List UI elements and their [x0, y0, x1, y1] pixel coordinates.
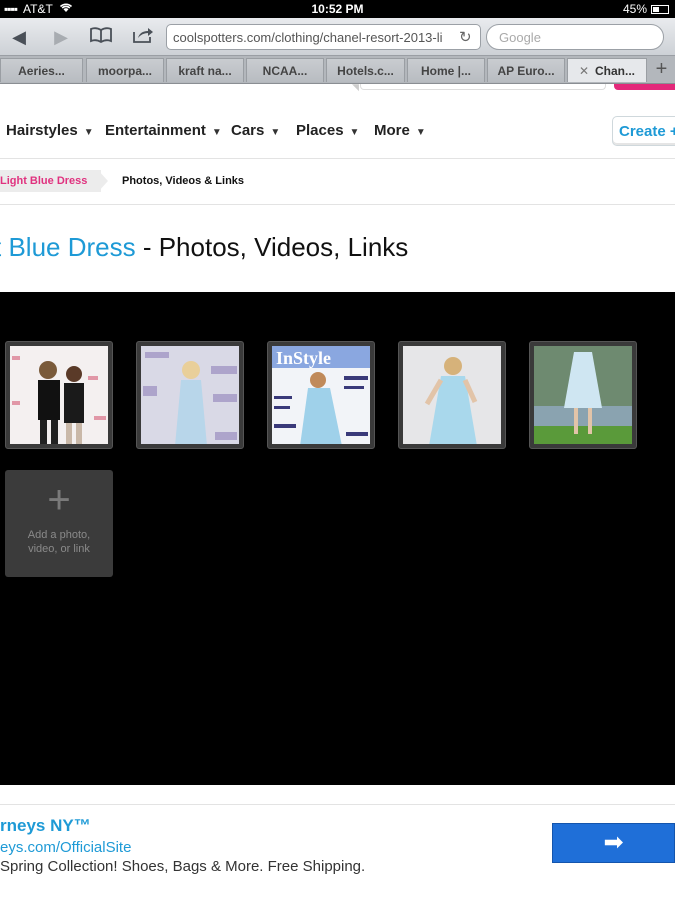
- photo-image: InStyle: [272, 346, 370, 444]
- tab-label: Chan...: [595, 64, 636, 78]
- chevron-down-icon: ▼: [211, 127, 222, 138]
- gallery-thumbnail[interactable]: [5, 341, 113, 449]
- ad-url[interactable]: eys.com/OfficialSite: [0, 839, 131, 856]
- sponsored-ad[interactable]: rneys NY™ eys.com/OfficialSite Spring Co…: [0, 804, 675, 900]
- search-input[interactable]: Google: [486, 24, 664, 50]
- photo-image: [403, 346, 501, 444]
- svg-text:InStyle: InStyle: [276, 348, 331, 368]
- create-button[interactable]: Create +: [612, 116, 675, 146]
- battery-percent: 45%: [622, 2, 647, 16]
- clock: 10:52 PM: [311, 2, 364, 16]
- tab-bar: Aeries... moorpa... kraft na... NCAA... …: [0, 56, 675, 84]
- arrow-right-icon: ➡: [603, 829, 624, 856]
- nav-item-hairstyles[interactable]: Hairstyles ▼: [6, 122, 94, 139]
- gallery-thumbnail[interactable]: [136, 341, 244, 449]
- ad-headline[interactable]: rneys NY™: [0, 816, 91, 836]
- photo-image: [534, 346, 632, 444]
- battery-fill: [653, 6, 660, 12]
- gallery-thumbnail[interactable]: InStyle: [267, 341, 375, 449]
- close-tab-icon[interactable]: ✕: [579, 64, 589, 78]
- divider: [0, 158, 675, 159]
- status-bar: ▪▪▪▪ AT&T 10:52 PM 45%: [0, 0, 675, 18]
- plus-icon: +: [47, 478, 71, 522]
- back-arrow-icon[interactable]: ◀: [6, 26, 32, 48]
- tab[interactable]: NCAA...: [246, 58, 324, 82]
- chevron-down-icon: ▼: [83, 127, 94, 138]
- add-media-label: Add a photo, video, or link: [27, 529, 91, 555]
- address-bar[interactable]: coolspotters.com/clothing/chanel-resort-…: [166, 24, 481, 50]
- battery-icon: [651, 4, 669, 14]
- photo-image: [10, 346, 108, 444]
- tab[interactable]: Aeries...: [0, 58, 83, 82]
- breadcrumb-current: Photos, Videos & Links: [122, 175, 245, 187]
- reload-icon[interactable]: ↻: [459, 28, 472, 46]
- nav-item-places[interactable]: Places ▼: [296, 122, 359, 139]
- chevron-down-icon: ▼: [415, 127, 426, 138]
- chevron-down-icon: ▼: [270, 127, 281, 138]
- tab[interactable]: moorpa...: [86, 58, 164, 82]
- forward-arrow-icon[interactable]: ▶: [48, 26, 74, 48]
- photo-image: [141, 346, 239, 444]
- nav-item-more[interactable]: More ▼: [374, 122, 426, 139]
- web-page: ◥ Hairstyles ▼ Entertainment ▼ Cars ▼ Place…: [0, 84, 675, 900]
- tab[interactable]: kraft na...: [166, 58, 244, 82]
- header-remnant: ◥: [0, 84, 675, 92]
- add-media-button[interactable]: + Add a photo, video, or link: [5, 470, 113, 577]
- tab[interactable]: Home |...: [407, 58, 485, 82]
- breadcrumb-parent-link[interactable]: Light Blue Dress: [0, 170, 102, 192]
- gallery-thumbnail[interactable]: [398, 341, 506, 449]
- chevron-down-icon: ▼: [349, 127, 360, 138]
- header-search-box: [360, 84, 606, 90]
- page-title-link[interactable]: t Blue Dress: [0, 232, 136, 262]
- ad-go-button[interactable]: ➡: [552, 823, 675, 863]
- tab[interactable]: Hotels.c...: [326, 58, 405, 82]
- bookmarks-icon[interactable]: [88, 26, 114, 48]
- tab-active[interactable]: ✕ Chan...: [567, 58, 647, 82]
- dropdown-arrow-icon: ◥: [352, 84, 359, 92]
- divider: [0, 204, 675, 205]
- nav-item-entertainment[interactable]: Entertainment ▼: [105, 122, 222, 139]
- page-title: t Blue Dress - Photos, Videos, Links: [0, 232, 408, 263]
- nav-item-cars[interactable]: Cars ▼: [231, 122, 280, 139]
- tab[interactable]: AP Euro...: [487, 58, 565, 82]
- page-title-text: - Photos, Videos, Links: [135, 232, 409, 262]
- media-gallery: InStyle + Add a photo, video, or link: [0, 292, 675, 785]
- gallery-thumbnail[interactable]: [529, 341, 637, 449]
- ad-description: Spring Collection! Shoes, Bags & More. F…: [0, 858, 366, 875]
- browser-toolbar: ◀ ▶ coolspotters.com/clothing/chanel-res…: [0, 18, 675, 56]
- header-pink-button[interactable]: [614, 84, 675, 90]
- breadcrumb-arrow: [98, 170, 108, 192]
- main-nav: Hairstyles ▼ Entertainment ▼ Cars ▼ Places ▼…: [0, 114, 675, 148]
- share-icon[interactable]: [130, 26, 156, 48]
- new-tab-plus-icon[interactable]: +: [648, 58, 675, 82]
